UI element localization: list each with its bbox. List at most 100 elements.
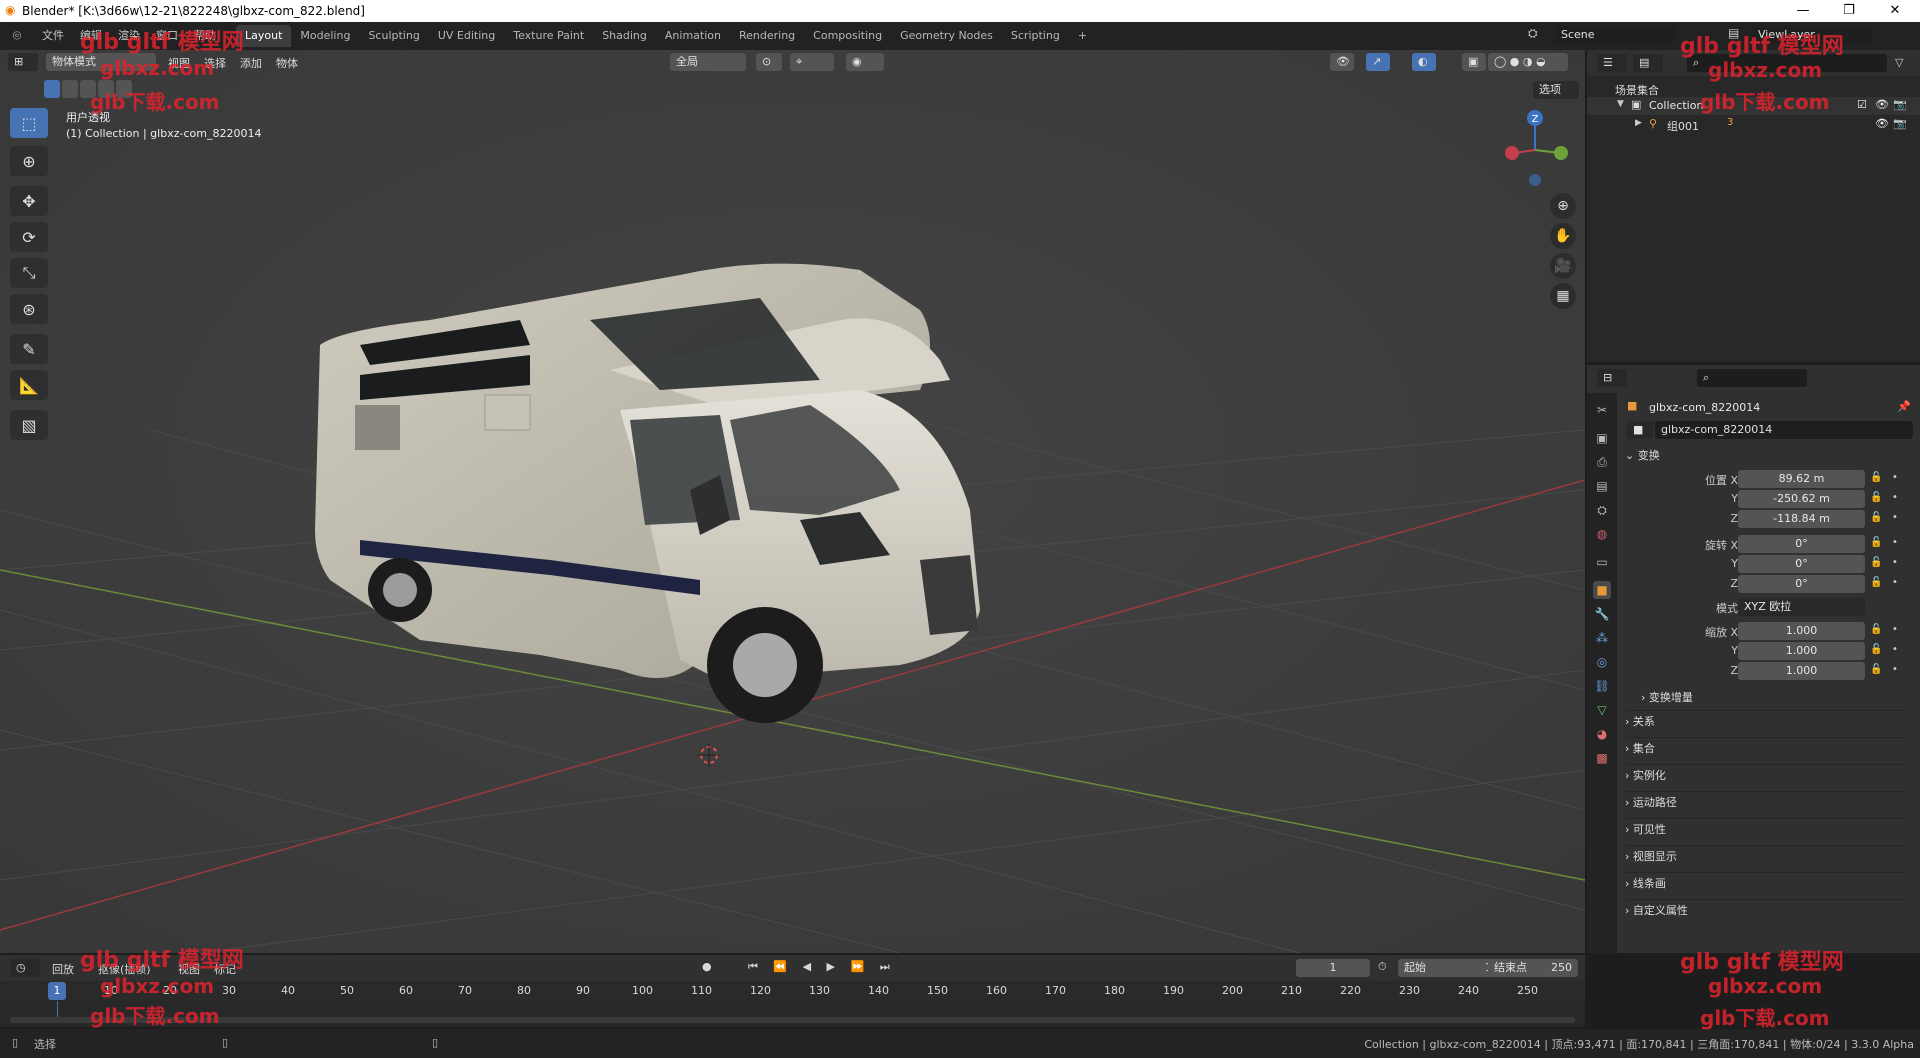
ortho-grid-icon[interactable]: ▦ — [1550, 283, 1576, 309]
collection-tab-icon[interactable]: ▭ — [1593, 553, 1611, 571]
keyframe-dot-icon[interactable]: • — [1892, 624, 1898, 635]
lock-icon[interactable]: 🔓 — [1870, 512, 1882, 523]
location-z-field[interactable]: -118.84 m — [1738, 510, 1865, 528]
physics-tab-icon[interactable]: ◎ — [1593, 653, 1611, 671]
keyframe-dot-icon[interactable]: • — [1892, 472, 1898, 483]
keyframe-dot-icon[interactable]: • — [1892, 492, 1898, 503]
select-box-tool[interactable]: ⬚ — [10, 108, 48, 138]
camera-view-icon[interactable]: 🎥 — [1550, 253, 1576, 279]
constraints-tab-icon[interactable]: ⛓ — [1593, 677, 1611, 695]
snap-icon[interactable]: ⌖ — [790, 53, 834, 71]
zoom-icon[interactable]: ⊕ — [1550, 193, 1576, 219]
section-line-art[interactable]: › 线条画 — [1625, 872, 1907, 894]
eye-icon[interactable]: 👁 — [1875, 117, 1889, 130]
tab-texture-paint[interactable]: Texture Paint — [504, 25, 593, 47]
playback-controls[interactable]: ⏮ ⏪ ◀ ▶ ⏩ ⏭ — [748, 960, 896, 974]
section-relations[interactable]: › 关系 — [1625, 710, 1907, 732]
keyframe-dot-icon[interactable]: • — [1892, 577, 1898, 588]
filter-icon[interactable]: ▽ — [1895, 56, 1903, 69]
scene-collection-label[interactable]: 场景集合 — [1615, 82, 1659, 98]
delta-transform-section[interactable]: › 变换增量 — [1641, 687, 1907, 709]
menu-playback[interactable]: 回放 — [52, 961, 74, 977]
end-frame-field[interactable]: 结束点 250 — [1488, 959, 1578, 977]
menu-add[interactable]: 添加 — [240, 55, 262, 71]
pan-hand-icon[interactable]: ✋ — [1550, 223, 1576, 249]
scale-z-field[interactable]: 1.000 — [1738, 662, 1865, 680]
texture-tab-icon[interactable]: ▩ — [1593, 749, 1611, 767]
camera-render-icon[interactable]: 📷 — [1893, 98, 1907, 111]
scene-tab-icon[interactable]: ⛭ — [1593, 501, 1611, 519]
playhead-marker[interactable]: 1 — [48, 982, 66, 1000]
modifier-tab-icon[interactable]: 🔧 — [1593, 605, 1611, 623]
navigation-gizmo[interactable]: Z — [1500, 108, 1570, 188]
rotation-x-field[interactable]: 0° — [1738, 535, 1865, 553]
scale-tool[interactable]: ⤡ — [10, 258, 48, 288]
lock-icon[interactable]: 🔓 — [1870, 624, 1882, 635]
rotation-mode-select[interactable]: XYZ 欧拉 — [1738, 598, 1865, 616]
view-layer-tab-icon[interactable]: ▤ — [1593, 477, 1611, 495]
lock-icon[interactable]: 🔓 — [1870, 644, 1882, 655]
scene-selector[interactable]: Scene — [1555, 26, 1675, 44]
section-motion-paths[interactable]: › 运动路径 — [1625, 791, 1907, 813]
select-extend-icon[interactable] — [62, 80, 78, 98]
keyframe-dot-icon[interactable]: • — [1892, 557, 1898, 568]
tab-animation[interactable]: Animation — [656, 25, 730, 47]
rotation-z-field[interactable]: 0° — [1738, 575, 1865, 593]
section-instancing[interactable]: › 实例化 — [1625, 764, 1907, 786]
camera-render-icon[interactable]: 📷 — [1893, 117, 1907, 130]
rotation-y-field[interactable]: 0° — [1738, 555, 1865, 573]
tab-layout[interactable]: Layout — [236, 25, 292, 47]
particles-tab-icon[interactable]: ⁂ — [1593, 629, 1611, 647]
keyframe-dot-icon[interactable]: • — [1892, 644, 1898, 655]
menu-file[interactable]: 文件 — [34, 22, 72, 50]
timeline-scrollbar[interactable] — [10, 1017, 1575, 1023]
lock-icon[interactable]: 🔓 — [1870, 664, 1882, 675]
blender-menu-icon[interactable]: ⌾ — [0, 28, 34, 44]
data-tab-icon[interactable]: ▽ — [1593, 701, 1611, 719]
checkbox-icon[interactable]: ☑ — [1857, 98, 1867, 111]
transform-orientation-selector[interactable]: 全局 — [670, 53, 746, 71]
tab-rendering[interactable]: Rendering — [730, 25, 804, 47]
scale-x-field[interactable]: 1.000 — [1738, 622, 1865, 640]
current-frame-field[interactable]: 1 — [1296, 959, 1370, 977]
section-visibility[interactable]: › 可见性 — [1625, 818, 1907, 840]
eye-icon[interactable]: 👁 — [1875, 98, 1889, 111]
outliner-row-group[interactable]: ▶ ⚲ 组001 3 👁 📷 — [1587, 116, 1920, 134]
scale-y-field[interactable]: 1.000 — [1738, 642, 1865, 660]
3d-viewport[interactable]: ⊞ 物体模式 视图 选择 添加 物体 全局 ⊙ ⌖ ◉ 👁 ↗ ◐ ▣ ◯ ● … — [0, 50, 1585, 953]
record-icon[interactable]: ● — [702, 960, 712, 973]
move-tool[interactable]: ✥ — [10, 186, 48, 216]
keyframe-dot-icon[interactable]: • — [1892, 664, 1898, 675]
object-name-field[interactable]: glbxz-com_8220014 — [1655, 421, 1913, 439]
lock-icon[interactable]: 🔓 — [1870, 577, 1882, 588]
properties-editor-type-icon[interactable]: ⊟ — [1597, 369, 1627, 387]
tab-shading[interactable]: Shading — [593, 25, 656, 47]
tab-sculpting[interactable]: Sculpting — [359, 25, 428, 47]
close-button[interactable]: ✕ — [1872, 0, 1918, 22]
add-workspace-button[interactable]: + — [1069, 25, 1096, 47]
measure-tool[interactable]: 📐 — [10, 370, 48, 400]
material-tab-icon[interactable]: ◕ — [1593, 725, 1611, 743]
cursor-tool[interactable]: ⊕ — [10, 146, 48, 176]
tab-uv-editing[interactable]: UV Editing — [429, 25, 504, 47]
annotate-tool[interactable]: ✎ — [10, 334, 48, 364]
tab-scripting[interactable]: Scripting — [1002, 25, 1069, 47]
lock-icon[interactable]: 🔓 — [1870, 557, 1882, 568]
output-tab-icon[interactable]: ⎙ — [1593, 453, 1611, 471]
start-frame-field[interactable]: 起始1 — [1398, 959, 1498, 977]
shading-modes[interactable]: ◯ ● ◑ ◒ — [1488, 53, 1568, 71]
gizmo-toggle-icon[interactable]: ↗ — [1366, 53, 1390, 71]
lock-icon[interactable]: 🔓 — [1870, 472, 1882, 483]
display-mode-icon[interactable]: ▤ — [1633, 54, 1663, 72]
minimize-button[interactable]: — — [1780, 0, 1826, 22]
camper-van-model[interactable] — [300, 250, 1200, 870]
tool-tab-icon[interactable]: ✂ — [1593, 401, 1611, 419]
timeline-editor-type-icon[interactable]: ◷ — [10, 959, 40, 977]
section-collections[interactable]: › 集合 — [1625, 737, 1907, 759]
object-tab-icon[interactable]: ■ — [1593, 581, 1611, 599]
restore-button[interactable]: ❐ — [1826, 0, 1872, 22]
overlay-toggle-icon[interactable]: ◐ — [1412, 53, 1436, 71]
expand-arrow-icon[interactable]: ▼ — [1617, 99, 1624, 109]
section-custom-properties[interactable]: › 自定义属性 — [1625, 899, 1907, 921]
frame-ruler[interactable]: 1 10 20 30 40 50 60 70 80 90 100 110 120… — [0, 981, 1585, 1001]
